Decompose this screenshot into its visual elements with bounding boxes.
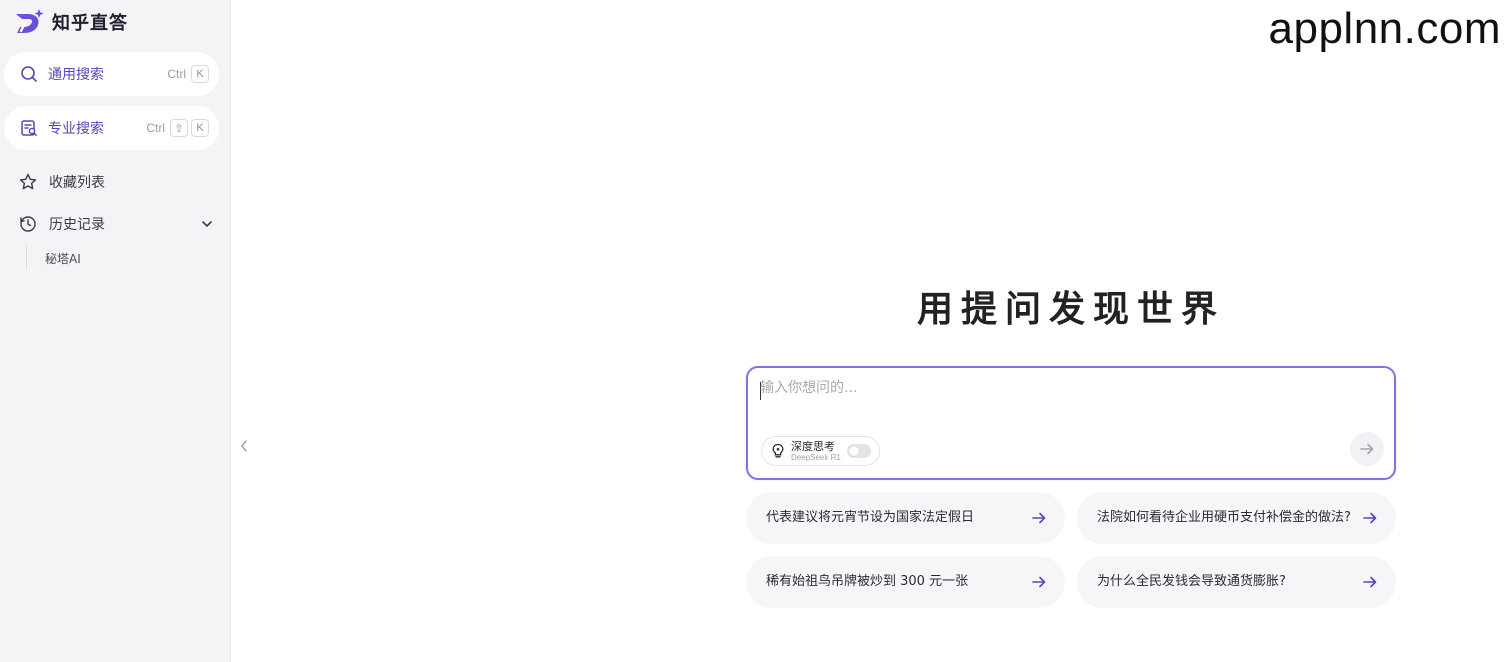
shortcut-ctrl: Ctrl — [146, 121, 165, 135]
deep-think-switch[interactable] — [846, 444, 871, 458]
brand-name: 知乎直答 — [52, 13, 128, 34]
sidebar: 知乎直答 通用搜索 Ctrl K 专业搜索 Ctrl ⇧ K 收藏列表 历史记录… — [0, 0, 231, 662]
suggestion-text: 代表建议将元宵节设为国家法定假日 — [766, 510, 975, 525]
general-search-button[interactable]: 通用搜索 Ctrl K — [4, 52, 219, 96]
shortcut-shift: ⇧ — [170, 119, 188, 137]
document-search-icon — [21, 120, 37, 136]
watermark-text: applnn.com — [1268, 4, 1501, 53]
deep-think-toggle[interactable]: 深度思考 DeepSeek R1 — [761, 436, 880, 466]
favorites-label: 收藏列表 — [49, 175, 105, 191]
arrow-right-icon — [1360, 443, 1374, 455]
zhida-logo-icon — [16, 9, 44, 33]
shortcut-ctrl: Ctrl — [167, 67, 186, 81]
arrow-right-icon — [1363, 576, 1377, 588]
star-icon — [19, 173, 37, 190]
shortcut-key: K — [191, 65, 209, 83]
suggestion-item[interactable]: 法院如何看待企业用硬币支付补偿金的做法? — [1077, 492, 1396, 544]
suggestion-text: 法院如何看待企业用硬币支付补偿金的做法? — [1097, 510, 1351, 525]
deep-think-label: 深度思考 — [791, 439, 835, 453]
history-item-label: 秘塔AI — [45, 251, 81, 266]
search-icon — [21, 66, 37, 82]
send-button[interactable] — [1350, 432, 1384, 466]
suggestion-text: 为什么全民发钱会导致通货膨胀? — [1097, 574, 1286, 589]
suggestion-item[interactable]: 代表建议将元宵节设为国家法定假日 — [746, 492, 1065, 544]
history-nav-item[interactable]: 历史记录 — [18, 212, 214, 236]
lightbulb-icon — [772, 443, 784, 458]
history-list-item[interactable]: 秘塔AI — [26, 246, 81, 270]
chevron-down-icon[interactable] — [200, 217, 214, 231]
arrow-right-icon — [1032, 512, 1046, 524]
collapse-sidebar-icon[interactable] — [237, 437, 251, 455]
brand[interactable]: 知乎直答 — [14, 8, 128, 36]
shortcut-key: K — [191, 119, 209, 137]
general-search-label: 通用搜索 — [48, 67, 104, 83]
favorites-nav-item[interactable]: 收藏列表 — [18, 170, 214, 194]
deep-think-model: DeepSeek R1 — [791, 452, 841, 462]
history-label: 历史记录 — [49, 217, 105, 233]
suggestion-text: 稀有始祖鸟吊牌被炒到 300 元一张 — [766, 574, 969, 589]
suggestion-item[interactable]: 为什么全民发钱会导致通货膨胀? — [1077, 556, 1396, 608]
pro-search-label: 专业搜索 — [48, 121, 104, 137]
suggestion-item[interactable]: 稀有始祖鸟吊牌被炒到 300 元一张 — [746, 556, 1065, 608]
question-input[interactable] — [760, 380, 1320, 396]
page-headline: 用提问发现世界 — [916, 289, 1225, 330]
deep-think-text: 深度思考 DeepSeek R1 — [791, 441, 841, 462]
general-search-shortcut: Ctrl K — [167, 65, 209, 83]
pro-search-shortcut: Ctrl ⇧ K — [146, 119, 209, 137]
arrow-right-icon — [1032, 576, 1046, 588]
ask-box: 深度思考 DeepSeek R1 — [746, 366, 1396, 480]
pro-search-button[interactable]: 专业搜索 Ctrl ⇧ K — [4, 106, 219, 150]
clock-icon — [20, 216, 36, 232]
arrow-right-icon — [1363, 512, 1377, 524]
